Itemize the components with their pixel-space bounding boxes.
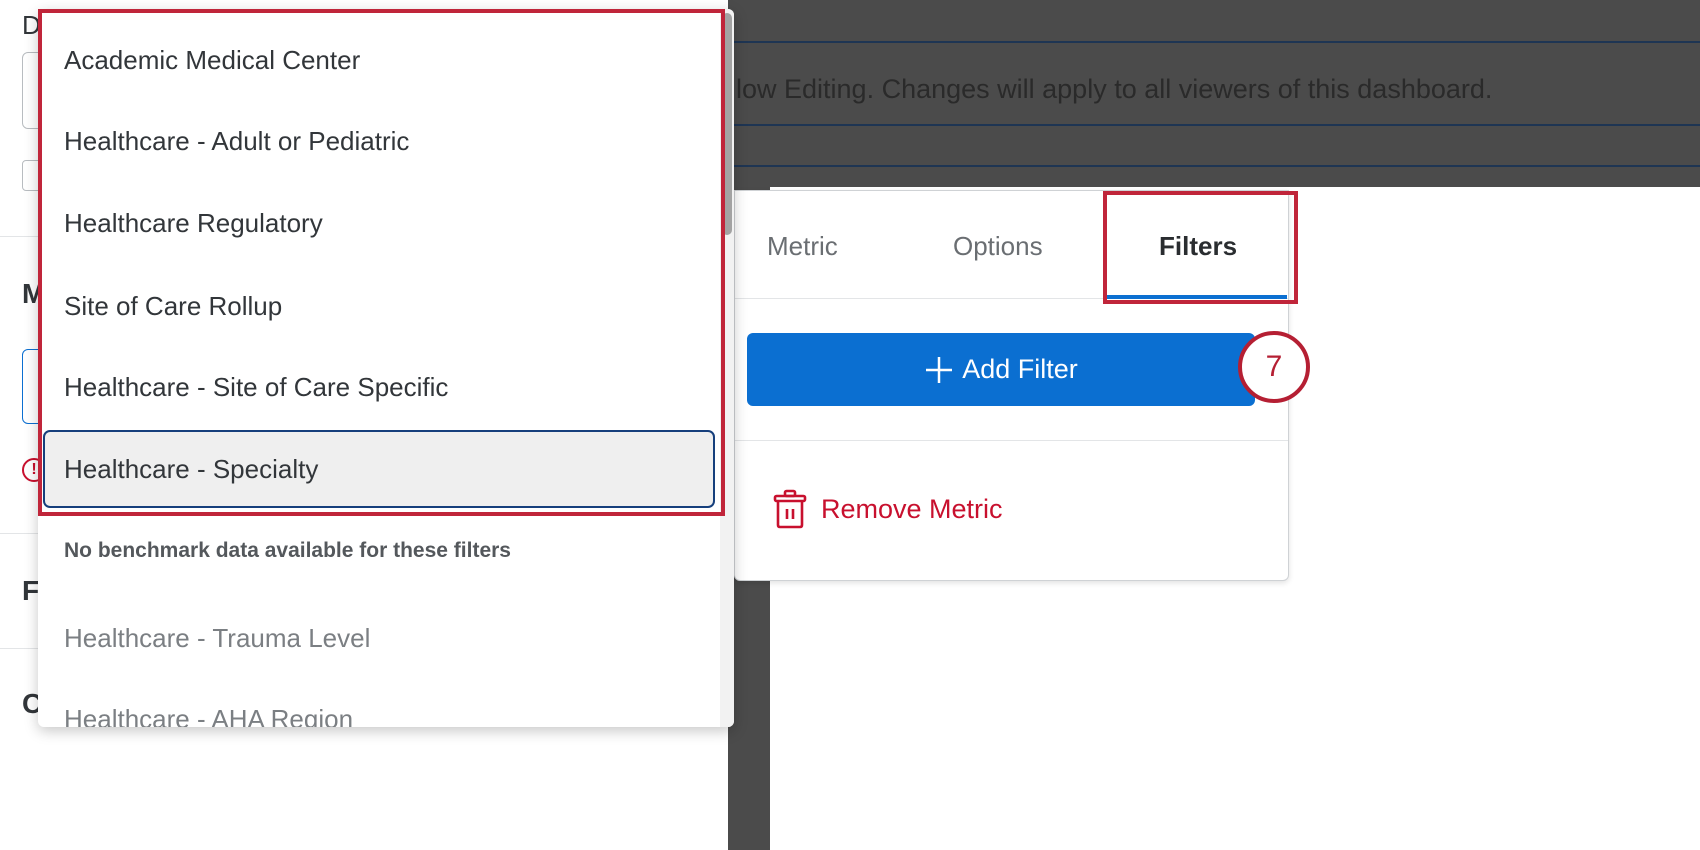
divider	[735, 440, 1288, 441]
divider	[734, 41, 1700, 43]
section-heading: F	[22, 575, 40, 606]
add-filter-button[interactable]: Add Filter	[747, 333, 1255, 406]
add-filter-label: Add Filter	[962, 354, 1078, 384]
remove-metric-button[interactable]: Remove Metric	[773, 489, 1003, 529]
dropdown-option-disabled: Healthcare - AHA Region	[64, 703, 354, 728]
filters-tab-highlight	[1103, 191, 1298, 304]
dropdown-options-highlight	[38, 9, 725, 516]
divider	[734, 124, 1700, 126]
plus-icon	[926, 356, 953, 383]
edit-banner-overlay: low Editing. Changes will apply to all v…	[734, 0, 1700, 187]
dropdown-section-label: No benchmark data available for these fi…	[64, 539, 511, 562]
banner-text: low Editing. Changes will apply to all v…	[736, 74, 1493, 104]
divider	[734, 165, 1700, 167]
step-marker: 7	[1238, 331, 1310, 403]
tab-options[interactable]: Options	[953, 231, 1043, 262]
trash-icon	[773, 489, 807, 529]
dropdown-option-disabled: Healthcare - Trauma Level	[64, 622, 371, 653]
remove-metric-label: Remove Metric	[821, 493, 1003, 524]
tab-metric[interactable]: Metric	[767, 231, 838, 262]
